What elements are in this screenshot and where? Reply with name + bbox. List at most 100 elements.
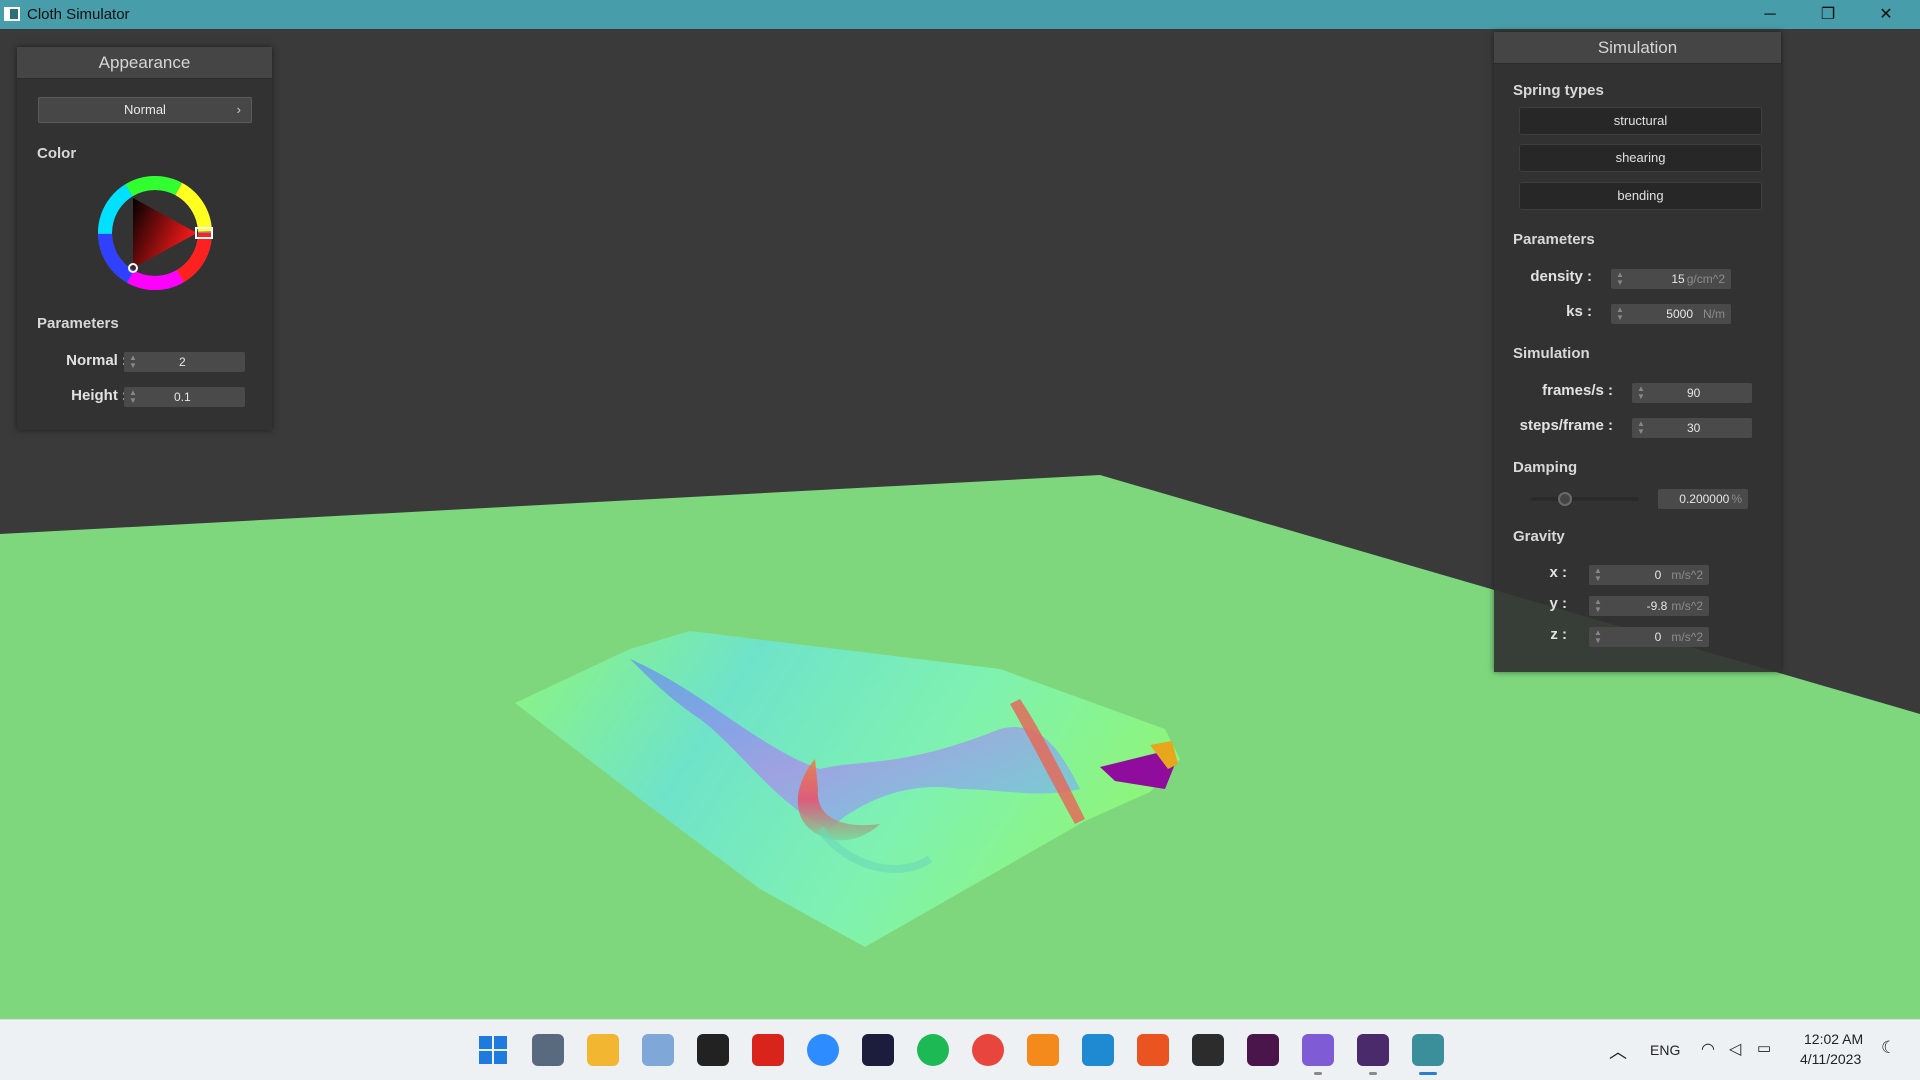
sim-parameters-label: Parameters <box>1513 231 1595 248</box>
gravity-y-spinbox[interactable]: ▲ ▼ -9.8 m/s^2 <box>1589 596 1709 616</box>
density-label: density : <box>1530 268 1592 285</box>
bending-spring-button[interactable]: bending <box>1519 182 1762 210</box>
title-bar: Cloth Simulator ─ ❐ ✕ <box>0 0 1920 29</box>
fps-value: 90 <box>1687 386 1701 400</box>
chevron-up-icon[interactable]: ︿ <box>1609 1038 1627 1064</box>
start-icon[interactable] <box>477 1034 509 1066</box>
wsl-terminal-icon[interactable] <box>1357 1034 1389 1066</box>
gravity-z-spinbox[interactable]: ▲ ▼ 0 m/s^2 <box>1589 627 1709 647</box>
damping-slider[interactable] <box>1531 492 1639 506</box>
gravity-y-value: -9.8 <box>1646 599 1668 613</box>
volume-icon[interactable]: ◁ <box>1729 1039 1741 1059</box>
normal-spinbox[interactable]: ▲ ▼ 2 <box>124 352 245 372</box>
restore-button[interactable]: ❐ <box>1800 0 1856 29</box>
appearance-panel-title: Appearance <box>17 47 272 79</box>
gravity-x-spinbox[interactable]: ▲ ▼ 0 m/s^2 <box>1589 565 1709 585</box>
stepper-arrows-icon[interactable]: ▲ ▼ <box>1594 598 1602 614</box>
gravity-y-display: -9.8 m/s^2 <box>1647 599 1703 613</box>
spotify-icon[interactable] <box>917 1034 949 1066</box>
steps-label: steps/frame : <box>1519 417 1613 434</box>
stepper-arrows-icon[interactable]: ▲ ▼ <box>1594 567 1602 583</box>
terminal-icon[interactable] <box>1192 1034 1224 1066</box>
chevron-right-icon: › <box>236 102 241 117</box>
height-spinbox[interactable]: ▲ ▼ 0.1 <box>124 387 245 407</box>
density-display: 15 g/cm^2 <box>1671 272 1725 286</box>
visual-studio-icon[interactable] <box>1302 1034 1334 1066</box>
appearance-parameters-label: Parameters <box>37 315 119 332</box>
ubuntu-icon[interactable] <box>1137 1034 1169 1066</box>
sublime-icon[interactable] <box>1027 1034 1059 1066</box>
color-label: Color <box>37 145 77 162</box>
steps-value: 30 <box>1687 421 1701 435</box>
height-value: 0.1 <box>174 390 191 404</box>
damping-display: 0.200000% <box>1679 492 1742 506</box>
fps-spinbox[interactable]: ▲ ▼ 90 <box>1632 383 1752 403</box>
stepper-arrows-icon[interactable]: ▲ ▼ <box>1637 385 1645 401</box>
color-wheel-picker[interactable] <box>90 175 220 305</box>
calculator-icon[interactable] <box>532 1034 564 1066</box>
resource-monitor-icon[interactable] <box>642 1034 674 1066</box>
language-indicator[interactable]: ENG <box>1650 1042 1680 1058</box>
shearing-spring-button[interactable]: shearing <box>1519 144 1762 172</box>
moon-icon[interactable]: ☾ <box>1881 1038 1896 1058</box>
damping-slider-handle[interactable] <box>1557 492 1572 506</box>
density-value: 15 <box>1671 272 1685 286</box>
slack-icon[interactable] <box>1247 1034 1279 1066</box>
damping-field[interactable]: 0.200000% <box>1658 489 1748 509</box>
damping-value: 0.200000 <box>1679 492 1730 506</box>
spring-types-label: Spring types <box>1513 82 1604 99</box>
shading-mode-dropdown[interactable]: Normal › <box>38 97 252 123</box>
stepper-arrows-icon[interactable]: ▲ ▼ <box>129 389 137 405</box>
shading-mode-value: Normal <box>124 102 166 117</box>
gravity-z-display: 0 m/s^2 <box>1655 630 1703 644</box>
gravity-x-unit: m/s^2 <box>1671 568 1703 582</box>
close-button[interactable]: ✕ <box>1858 0 1914 29</box>
stepper-arrows-icon[interactable]: ▲ ▼ <box>1637 420 1645 436</box>
battery-icon[interactable]: ▭ <box>1757 1039 1771 1057</box>
clock-date[interactable]: 4/11/2023 <box>1800 1051 1861 1067</box>
gravity-z-label: z : <box>1550 626 1567 643</box>
density-spinbox[interactable]: ▲ ▼ 15 g/cm^2 <box>1611 269 1731 289</box>
stepper-arrows-icon[interactable]: ▲ ▼ <box>1616 306 1624 322</box>
inkscape-icon[interactable] <box>697 1034 729 1066</box>
normal-value: 2 <box>179 355 186 369</box>
minimize-button[interactable]: ─ <box>1742 0 1798 29</box>
window-title: Cloth Simulator <box>27 6 130 23</box>
zoom-icon[interactable] <box>807 1034 839 1066</box>
simulation-section-label: Simulation <box>1513 345 1590 362</box>
ks-unit: N/m <box>1703 307 1725 321</box>
clock-time[interactable]: 12:02 AM <box>1804 1031 1863 1047</box>
vscode-icon[interactable] <box>1082 1034 1114 1066</box>
running-indicator <box>1314 1072 1322 1075</box>
simulation-panel-title: Simulation <box>1494 32 1781 64</box>
simulation-panel: Simulation Spring types structural shear… <box>1494 32 1781 672</box>
density-unit: g/cm^2 <box>1686 272 1725 286</box>
stepper-arrows-icon[interactable]: ▲ ▼ <box>1616 271 1624 287</box>
chrome-icon[interactable] <box>972 1034 1004 1066</box>
app-icon <box>4 7 20 21</box>
wifi-icon[interactable]: ◠ <box>1701 1039 1715 1059</box>
cloth-simulator-icon[interactable] <box>1412 1034 1444 1066</box>
steps-spinbox[interactable]: ▲ ▼ 30 <box>1632 418 1752 438</box>
running-indicator <box>1369 1072 1377 1075</box>
ks-value: 5000 <box>1666 307 1693 321</box>
acrobat-icon[interactable] <box>752 1034 784 1066</box>
running-indicator <box>1419 1072 1437 1075</box>
fps-label: frames/s : <box>1542 382 1613 399</box>
gravity-x-value: 0 <box>1654 568 1662 582</box>
intellij-icon[interactable] <box>862 1034 894 1066</box>
normal-label: Normal : <box>66 352 127 369</box>
gravity-z-value: 0 <box>1654 630 1662 644</box>
ks-spinbox[interactable]: ▲ ▼ 5000 N/m <box>1611 304 1731 324</box>
gravity-x-label: x : <box>1549 564 1567 581</box>
stepper-arrows-icon[interactable]: ▲ ▼ <box>129 354 137 370</box>
height-label: Height : <box>71 387 127 404</box>
structural-spring-button[interactable]: structural <box>1519 107 1762 135</box>
file-explorer-icon[interactable] <box>587 1034 619 1066</box>
stepper-arrows-icon[interactable]: ▲ ▼ <box>1594 629 1602 645</box>
ks-label: ks : <box>1566 303 1592 320</box>
gravity-y-unit: m/s^2 <box>1671 599 1703 613</box>
damping-label: Damping <box>1513 459 1578 476</box>
gravity-y-label: y : <box>1549 595 1567 612</box>
appearance-panel: Appearance Normal › Color Parameters Nor… <box>17 47 272 430</box>
